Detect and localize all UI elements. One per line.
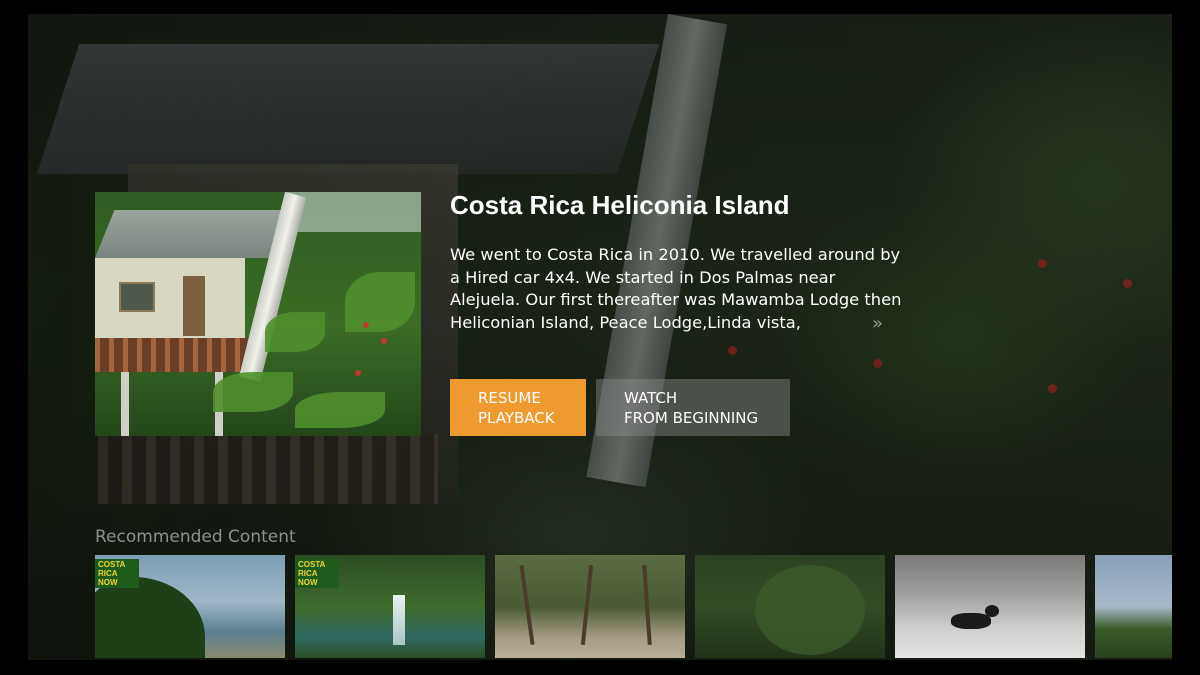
recommended-content-heading: Recommended Content bbox=[95, 527, 296, 547]
thumbnail-deck bbox=[95, 338, 255, 372]
tile-dog bbox=[951, 613, 991, 629]
recommended-tile[interactable]: COSTA RICA NOW bbox=[295, 555, 485, 658]
content-thumbnail bbox=[95, 192, 421, 436]
recommended-tile[interactable] bbox=[895, 555, 1085, 658]
thumbnail-flower bbox=[381, 338, 387, 344]
recommended-tile[interactable] bbox=[695, 555, 885, 658]
tv-detail-screen: Costa Rica Heliconia Island We went to C… bbox=[0, 0, 1200, 675]
thumbnail-leaf bbox=[295, 392, 385, 428]
chevron-double-right-icon[interactable]: » bbox=[872, 314, 892, 334]
content-description: We went to Costa Rica in 2010. We travel… bbox=[450, 245, 902, 333]
thumbnail-leaf bbox=[213, 372, 293, 412]
thumbnail-flower bbox=[363, 322, 369, 328]
thumbnail-post bbox=[121, 372, 129, 436]
channel-logo: COSTA RICA NOW bbox=[295, 559, 339, 588]
channel-logo: COSTA RICA NOW bbox=[95, 559, 139, 588]
thumbnail-roof bbox=[95, 210, 299, 258]
content-title: Costa Rica Heliconia Island bbox=[450, 190, 790, 220]
thumbnail-door bbox=[183, 276, 205, 336]
recommended-tile[interactable] bbox=[495, 555, 685, 658]
tile-foliage bbox=[755, 565, 865, 655]
thumbnail-window bbox=[119, 282, 155, 312]
tile-hill bbox=[95, 577, 205, 658]
thumbnail-leaf bbox=[345, 272, 415, 332]
resume-playback-button[interactable]: Resume Playback bbox=[450, 379, 586, 436]
tile-dog-head bbox=[985, 605, 999, 617]
tile-waterfall bbox=[393, 595, 405, 645]
tile-palm bbox=[580, 565, 594, 645]
recommended-row: COSTA RICA NOW COSTA RICA NOW bbox=[95, 555, 1172, 658]
thumbnail-flower bbox=[355, 370, 361, 376]
thumbnail-leaf bbox=[265, 312, 325, 352]
watch-from-beginning-button[interactable]: Watch from Beginning bbox=[596, 379, 790, 436]
tile-palm bbox=[642, 564, 652, 646]
recommended-tile[interactable] bbox=[1095, 555, 1172, 658]
tile-palm bbox=[519, 565, 535, 645]
recommended-tile[interactable]: COSTA RICA NOW bbox=[95, 555, 285, 658]
